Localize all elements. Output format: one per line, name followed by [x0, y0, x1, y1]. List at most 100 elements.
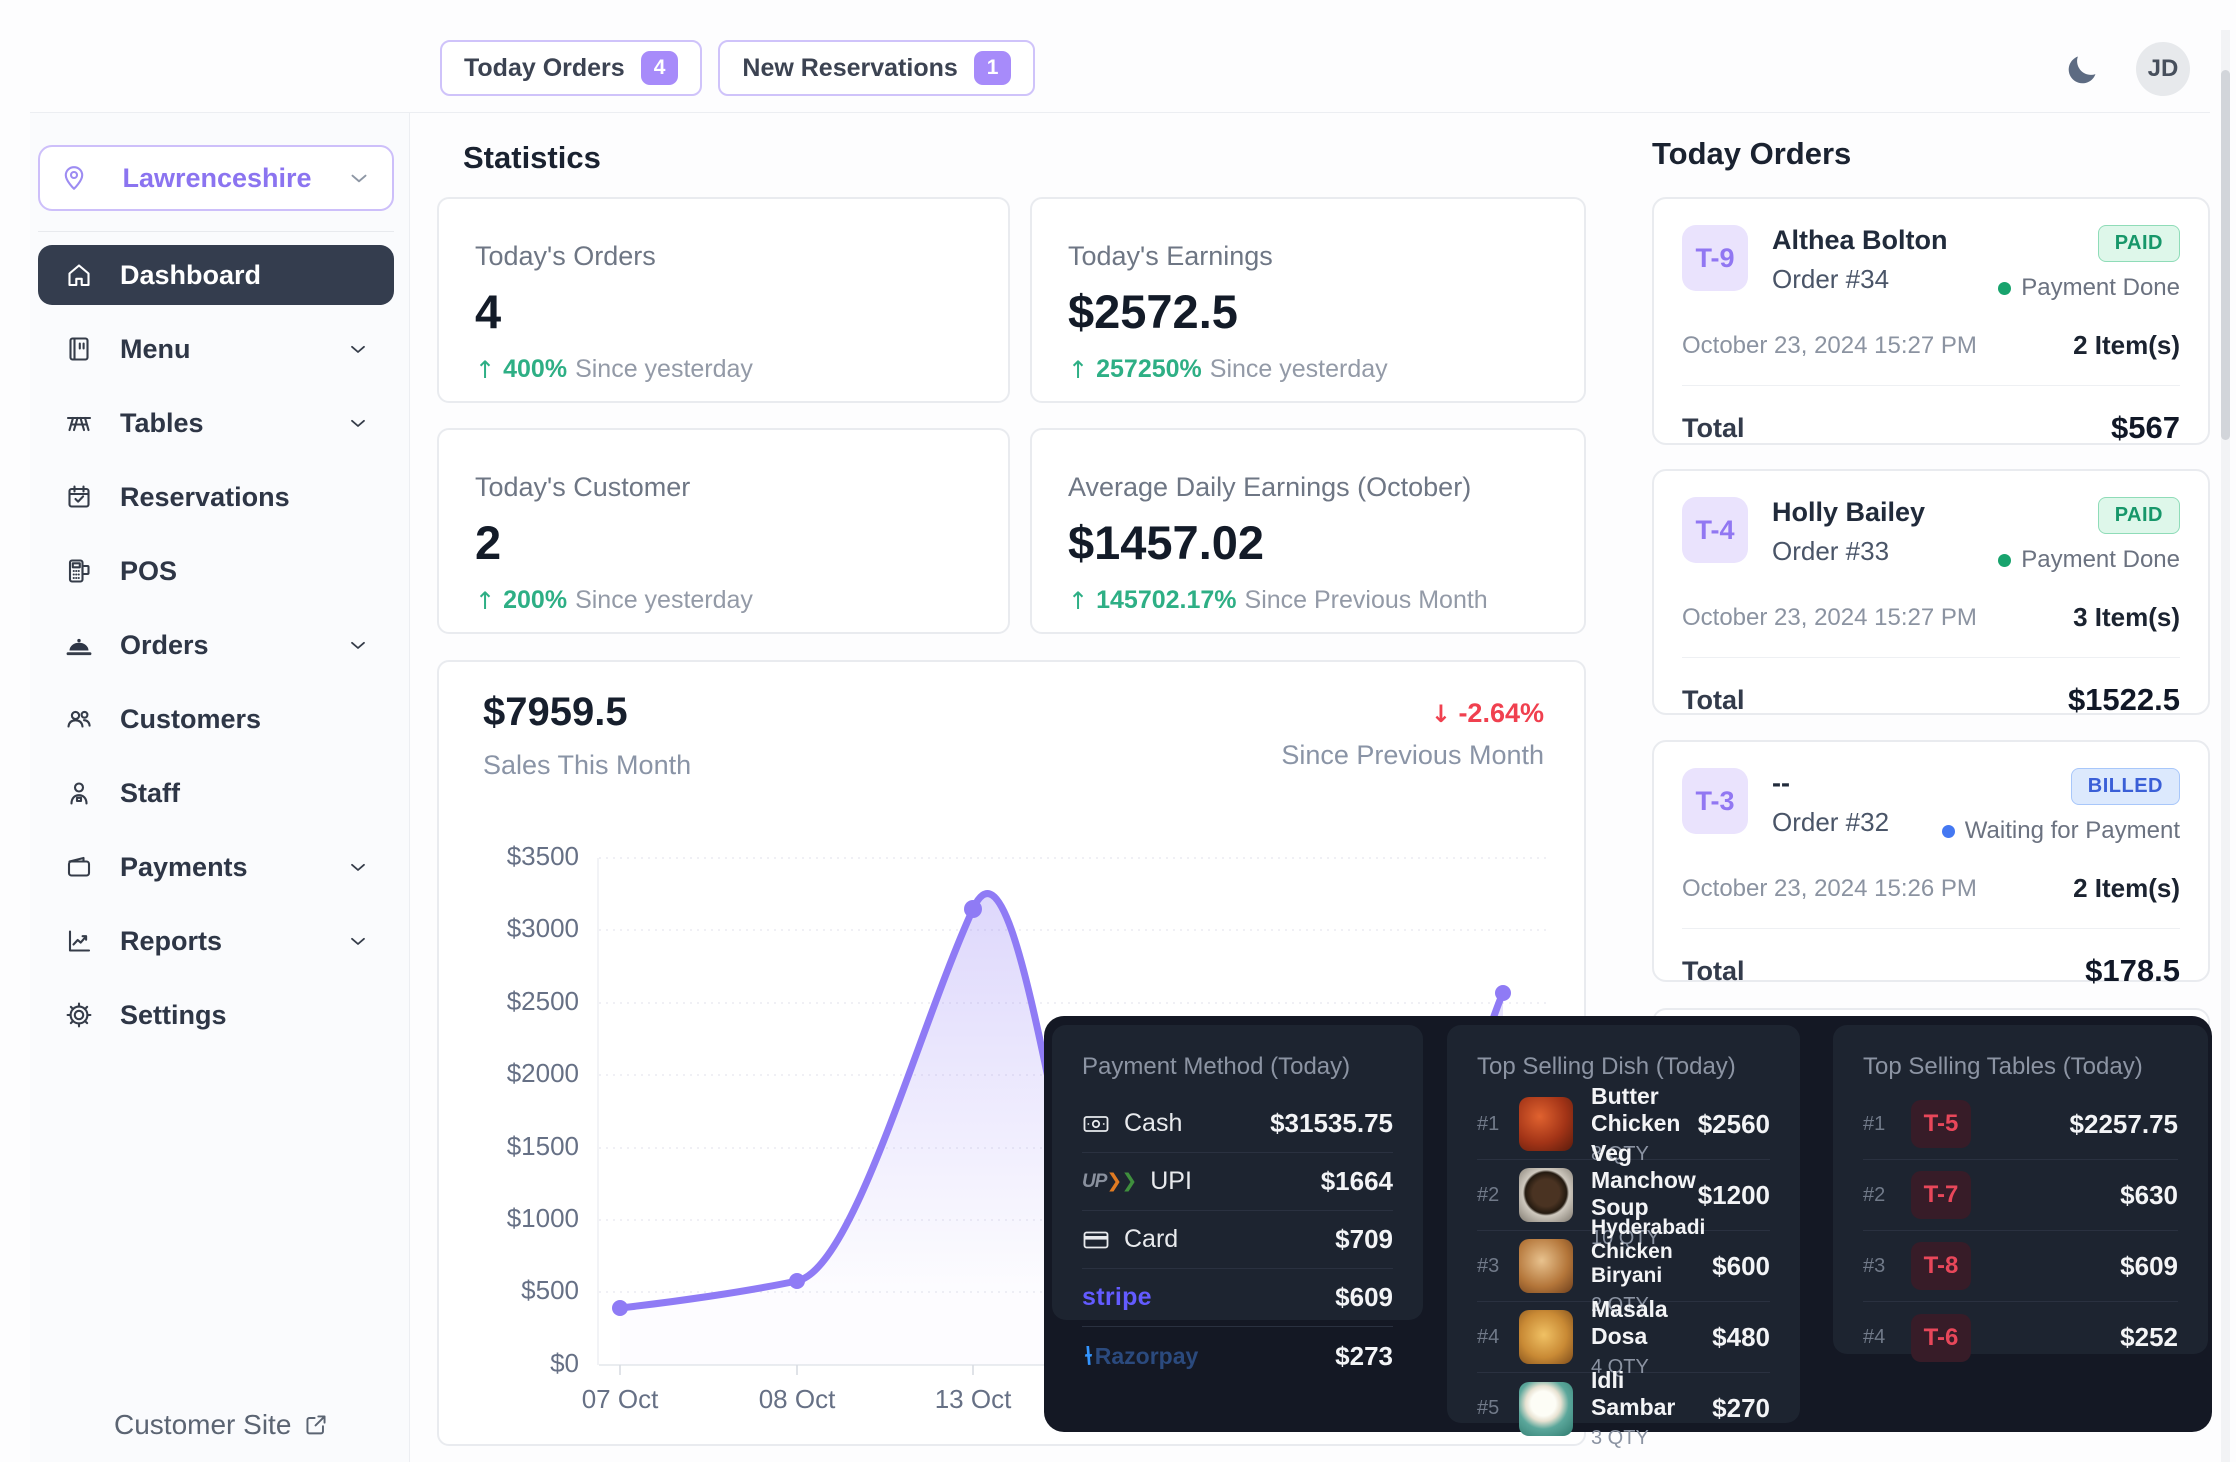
stat-label: Average Daily Earnings (October): [1068, 472, 1548, 503]
payment-row: stripe $609: [1082, 1269, 1393, 1327]
chevron-down-icon: [346, 337, 370, 361]
sidebar-item-payments[interactable]: Payments: [38, 837, 394, 897]
data-point[interactable]: [612, 1300, 628, 1316]
today-orders-button[interactable]: Today Orders 4: [440, 40, 702, 96]
stat-card-todays-orders: Today's Orders 4 ↑400%Since yesterday: [437, 197, 1010, 403]
top-selling-tables-panel: Top Selling Tables (Today) #1 T-5 $2257.…: [1833, 1025, 2208, 1354]
table-rank: #1: [1863, 1113, 1905, 1136]
scrollbar-thumb[interactable]: [2221, 70, 2230, 440]
payment-status-dot: [1942, 825, 1955, 838]
stat-delta: 145702.17%: [1096, 586, 1236, 615]
location-selector[interactable]: Lawrenceshire: [38, 145, 394, 211]
payment-name: UPI: [1150, 1167, 1192, 1196]
order-card-divider: [1682, 657, 2180, 658]
total-label: Total: [1682, 956, 1745, 987]
top-dish-title: Top Selling Dish (Today): [1477, 1053, 1770, 1081]
today-orders-count-badge: 4: [641, 51, 679, 85]
order-card[interactable]: T-4 Holly Bailey Order #33 PAID Payment …: [1652, 469, 2210, 715]
avatar-initials: JD: [2148, 55, 2179, 83]
stat-label: Today's Customer: [475, 472, 972, 503]
payment-status: Payment Done: [2021, 274, 2180, 302]
sidebar-item-tables[interactable]: Tables: [38, 393, 394, 453]
payment-row: UP❯❯ UPI $1664: [1082, 1153, 1393, 1211]
page-scrollbar[interactable]: [2221, 30, 2230, 1462]
sidebar-item-customers[interactable]: Customers: [38, 689, 394, 749]
dish-amount: $480: [1712, 1322, 1770, 1353]
trend-up-icon: ↑: [475, 356, 495, 384]
data-point[interactable]: [964, 900, 982, 918]
sidebar-item-menu[interactable]: Menu: [38, 319, 394, 379]
new-reservations-button-label: New Reservations: [742, 54, 957, 83]
customer-site-link[interactable]: Customer Site: [114, 1409, 329, 1441]
stat-value: $1457.02: [1068, 515, 1548, 570]
table-icon: [64, 408, 94, 438]
customer-name: --: [1772, 768, 1942, 799]
dish-row: #3 Hyderabadi Chicken Biryani 2 QTY $600: [1477, 1231, 1770, 1302]
sidebar-item-reservations[interactable]: Reservations: [38, 467, 394, 527]
dish-rank: #1: [1477, 1113, 1519, 1136]
table-badge: T-9: [1682, 225, 1748, 291]
dish-image: [1519, 1097, 1573, 1151]
trend-up-icon: ↑: [1068, 587, 1088, 615]
sidebar-item-label: Tables: [120, 408, 346, 439]
sidebar-item-label: Staff: [120, 778, 370, 809]
total-label: Total: [1682, 685, 1745, 716]
sidebar-item-label: Settings: [120, 1000, 370, 1031]
order-card[interactable]: T-3 -- Order #32 BILLED Waiting for Paym…: [1652, 740, 2210, 982]
user-avatar[interactable]: JD: [2136, 42, 2190, 96]
trend-up-icon: ↑: [1068, 356, 1088, 384]
x-axis-tick: 07 Oct: [545, 1384, 695, 1415]
sidebar-item-label: Reservations: [120, 482, 370, 513]
payment-name: Card: [1124, 1225, 1178, 1254]
order-number: Order #32: [1772, 807, 1942, 838]
chevron-down-icon: [346, 633, 370, 657]
table-row: #2 T-7 $630: [1863, 1160, 2178, 1231]
order-items-count: 2 Item(s): [2073, 330, 2180, 361]
chevron-down-icon: [346, 929, 370, 953]
order-total: $1522.5: [2068, 682, 2180, 718]
staff-icon: [64, 778, 94, 808]
dish-rank: #3: [1477, 1255, 1519, 1278]
chevron-down-icon: [346, 165, 372, 191]
external-link-icon: [303, 1412, 329, 1438]
today-orders-button-label: Today Orders: [464, 54, 625, 83]
gear-icon: [64, 1000, 94, 1030]
sidebar-item-settings[interactable]: Settings: [38, 985, 394, 1045]
dish-image: [1519, 1168, 1573, 1222]
statistics-title: Statistics: [463, 140, 601, 176]
data-point[interactable]: [1495, 985, 1511, 1001]
table-amount: $252: [2120, 1322, 2178, 1353]
dish-image: [1519, 1310, 1573, 1364]
stat-label: Today's Orders: [475, 241, 972, 272]
stat-card-todays-earnings: Today's Earnings $2572.5 ↑257250%Since y…: [1030, 197, 1586, 403]
stat-delta-note: Since yesterday: [1210, 355, 1388, 384]
sidebar-item-staff[interactable]: Staff: [38, 763, 394, 823]
data-point[interactable]: [789, 1273, 805, 1289]
upi-logo-icon: UP❯❯: [1082, 1170, 1136, 1193]
stat-delta-note: Since yesterday: [575, 586, 753, 615]
dish-amount: $1200: [1698, 1180, 1770, 1211]
customer-name: Holly Bailey: [1772, 497, 1998, 528]
sidebar-item-orders[interactable]: Orders: [38, 615, 394, 675]
payment-method-panel: Payment Method (Today) Cash $31535.75 UP…: [1052, 1025, 1423, 1320]
dark-mode-toggle[interactable]: [2056, 46, 2108, 94]
dish-name: Veg Manchow Soup: [1591, 1140, 1698, 1221]
payment-status: Payment Done: [2021, 546, 2180, 574]
sidebar-item-label: Customers: [120, 704, 370, 735]
dish-row: #4 Masala Dosa 4 QTY $480: [1477, 1302, 1770, 1373]
location-label: Lawrenceshire: [88, 163, 346, 194]
order-card[interactable]: T-9 Althea Bolton Order #34 PAID Payment…: [1652, 197, 2210, 445]
new-reservations-button[interactable]: New Reservations 1: [718, 40, 1035, 96]
sidebar-item-reports[interactable]: Reports: [38, 911, 394, 971]
sidebar-item-label: Reports: [120, 926, 346, 957]
sidebar-item-pos[interactable]: POS: [38, 541, 394, 601]
stat-delta: 257250%: [1096, 355, 1202, 384]
dish-amount: $2560: [1698, 1109, 1770, 1140]
topbar-quick-actions: Today Orders 4 New Reservations 1: [440, 40, 1035, 96]
trend-up-icon: ↑: [475, 587, 495, 615]
chevron-down-icon: [346, 411, 370, 435]
sidebar-item-dashboard[interactable]: Dashboard: [38, 245, 394, 305]
table-amount: $630: [2120, 1180, 2178, 1211]
razorpay-logo-icon: ⧷: [1082, 1340, 1091, 1372]
dish-name: Idli Sambar: [1591, 1367, 1712, 1421]
